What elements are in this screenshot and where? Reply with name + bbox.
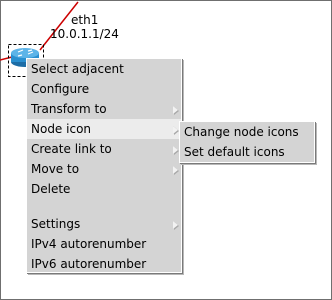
menu-item-label: IPv4 autorenumber [31,237,147,251]
menu-item-ipv6-autorenumber[interactable]: IPv6 autorenumber [27,254,181,274]
menu-item-node-icon[interactable]: Node icon [27,119,181,139]
interface-name-label: eth1 [71,13,99,27]
menu-item-ipv4-autorenumber[interactable]: IPv4 autorenumber [27,234,181,254]
menu-item-label: IPv6 autorenumber [31,257,147,271]
menu-item-label: Move to [31,162,80,176]
submenu-item-change-node-icons[interactable]: Change node icons [180,122,314,142]
menu-item-move-to[interactable]: Move to [27,159,181,179]
submenu-arrow-icon [173,146,178,154]
submenu-arrow-icon [173,106,178,114]
menu-item-label: Create link to [31,142,112,156]
menu-item-label: Transform to [31,102,107,116]
submenu-arrow-icon [173,221,178,229]
interface-address-label: 10.0.1.1/24 [50,27,119,41]
menu-item-create-link-to[interactable]: Create link to [27,139,181,159]
submenu-item-label: Set default icons [184,145,285,159]
menu-item-settings[interactable]: Settings [27,214,181,234]
menu-item-label: Settings [31,217,81,231]
menu-item-delete[interactable]: Delete [27,179,181,199]
menu-item-transform-to[interactable]: Transform to [27,99,181,119]
submenu-item-set-default-icons[interactable]: Set default icons [180,142,314,162]
menu-item-label: Node icon [31,122,92,136]
menu-item-label: Select adjacent [31,62,124,76]
node-icon-submenu: Change node icons Set default icons [179,121,315,163]
submenu-arrow-icon [173,126,178,134]
menu-item-configure[interactable]: Configure [27,79,181,99]
submenu-arrow-icon [173,166,178,174]
menu-item-select-adjacent[interactable]: Select adjacent [27,59,181,79]
menu-item-label: Delete [31,182,71,196]
link-line-left[interactable] [0,56,13,61]
node-context-menu: Select adjacent Configure Transform to N… [26,58,182,273]
menu-item-label: Configure [31,82,90,96]
submenu-item-label: Change node icons [184,125,299,139]
menu-separator [27,199,181,214]
